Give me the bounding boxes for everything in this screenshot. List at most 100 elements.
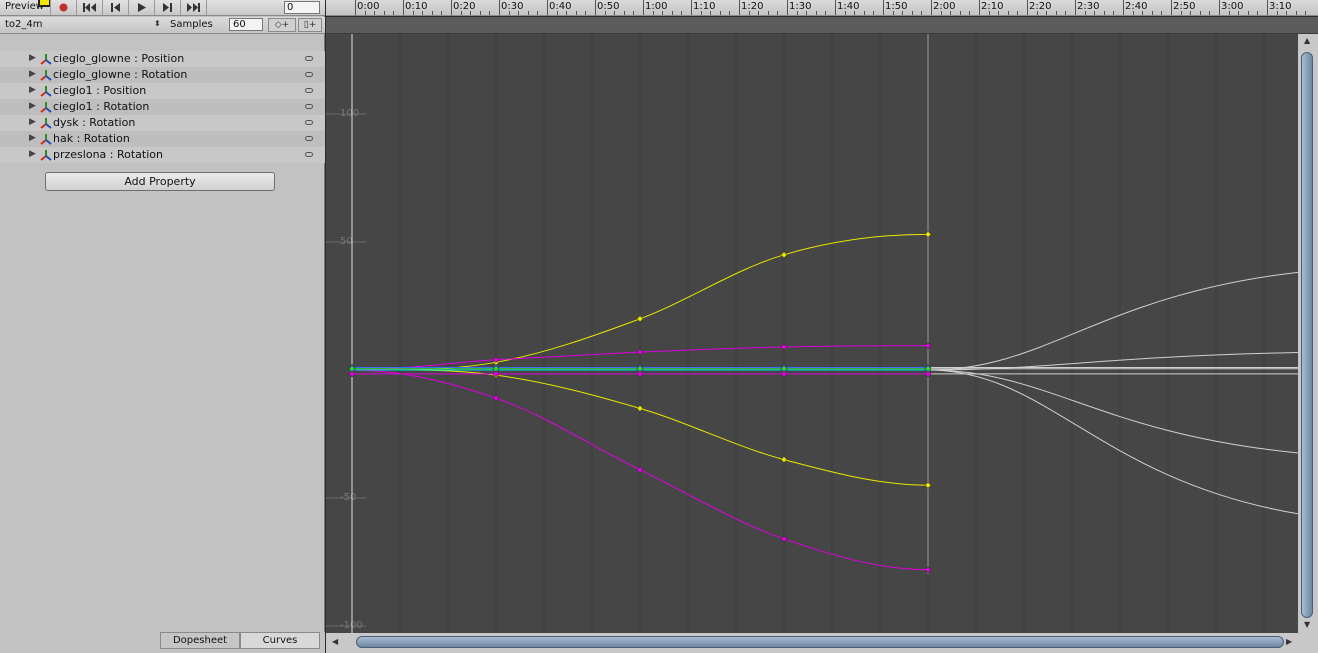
curve-visibility-toggle[interactable] <box>305 120 313 125</box>
time-tick-label: 3:10 <box>1269 1 1292 12</box>
vertical-scrollbar[interactable]: ▲ ▼ <box>1298 34 1318 633</box>
keyframe-marker[interactable] <box>636 466 644 474</box>
clip-dropdown[interactable]: to2_4m <box>2 18 164 32</box>
time-minor-tick <box>470 11 472 15</box>
time-tick <box>835 0 836 15</box>
time-minor-tick <box>719 11 721 15</box>
foldout-arrow-icon[interactable]: ▶ <box>29 117 36 127</box>
property-row[interactable]: ▶ hak : Rotation <box>0 131 325 147</box>
keyframe-marker[interactable] <box>780 535 788 543</box>
tab-curves[interactable]: Curves <box>240 632 320 649</box>
time-minor-tick <box>1305 11 1307 15</box>
foldout-arrow-icon[interactable]: ▶ <box>29 53 36 63</box>
first-frame-icon[interactable] <box>76 0 102 15</box>
curve-canvas[interactable]: 100 50 -50 -100 <box>326 34 1298 633</box>
keyframe-marker[interactable] <box>636 405 644 412</box>
time-minor-tick <box>758 11 760 15</box>
time-minor-tick <box>1238 11 1240 15</box>
property-row[interactable]: ▶ cieglo_glowne : Rotation <box>0 67 325 83</box>
foldout-arrow-icon[interactable]: ▶ <box>29 101 36 111</box>
next-frame-icon[interactable] <box>154 0 180 15</box>
play-icon[interactable] <box>128 0 154 15</box>
keyframe-marker[interactable] <box>780 251 788 259</box>
scroll-corner <box>1298 633 1318 653</box>
tab-dopesheet[interactable]: Dopesheet <box>160 632 240 649</box>
time-tick-label: 2:30 <box>1077 1 1100 12</box>
time-minor-tick <box>1094 11 1096 15</box>
last-frame-icon[interactable] <box>180 0 206 15</box>
time-tick <box>1219 0 1220 15</box>
scroll-down-icon[interactable]: ▼ <box>1304 620 1310 629</box>
scroll-right-icon[interactable]: ▶ <box>1286 637 1292 646</box>
keyframe-marker[interactable] <box>780 343 788 351</box>
time-minor-tick <box>1276 11 1278 15</box>
foldout-arrow-icon[interactable]: ▶ <box>29 85 36 95</box>
keyframe-marker[interactable] <box>636 315 644 323</box>
transform-axis-icon <box>40 134 52 145</box>
keyframe-marker[interactable] <box>780 456 788 463</box>
foldout-arrow-icon[interactable]: ▶ <box>29 69 36 79</box>
time-tick-label: 0:00 <box>357 1 380 12</box>
keyframe-marker[interactable] <box>492 394 500 402</box>
foldout-arrow-icon[interactable]: ▶ <box>29 133 36 143</box>
record-icon[interactable] <box>50 0 76 15</box>
keyframe-marker[interactable] <box>636 370 644 378</box>
curve-visibility-toggle[interactable] <box>305 72 313 77</box>
time-tick <box>787 0 788 15</box>
time-minor-tick <box>873 11 875 15</box>
time-minor-tick <box>700 11 702 15</box>
keyframe-marker[interactable] <box>780 370 788 378</box>
time-tick <box>1075 0 1076 15</box>
keyframe-marker[interactable] <box>924 481 932 489</box>
time-minor-tick <box>863 11 865 15</box>
keyframe-marker[interactable] <box>924 370 932 378</box>
time-minor-tick <box>969 11 971 15</box>
samples-input[interactable]: 60 <box>229 18 263 31</box>
horizontal-scrollbar[interactable]: ◀ ▶ <box>326 633 1298 653</box>
time-minor-tick <box>729 11 731 15</box>
vertical-scroll-thumb[interactable] <box>1301 52 1313 618</box>
time-minor-tick <box>585 11 587 15</box>
keyframe-marker[interactable] <box>348 370 356 378</box>
property-row[interactable]: ▶ cieglo1 : Rotation <box>0 99 325 115</box>
toolbar-spacer <box>206 0 282 15</box>
keyframe-marker[interactable] <box>924 342 932 350</box>
curve-visibility-toggle[interactable] <box>305 104 313 109</box>
curve-visibility-toggle[interactable] <box>305 56 313 61</box>
curve-visibility-toggle[interactable] <box>305 152 313 157</box>
time-minor-tick <box>1180 11 1182 15</box>
time-minor-tick <box>508 11 510 15</box>
property-row[interactable]: ▶ dysk : Rotation <box>0 115 325 131</box>
property-row[interactable]: ▶ cieglo1 : Position <box>0 83 325 99</box>
curve-visibility-toggle[interactable] <box>305 88 313 93</box>
keyframe-marker[interactable] <box>636 348 644 356</box>
horizontal-scroll-thumb[interactable] <box>356 636 1284 648</box>
add-property-button[interactable]: Add Property <box>45 172 275 191</box>
time-tick-label: 0:20 <box>453 1 476 12</box>
time-minor-tick <box>777 11 779 15</box>
property-row[interactable]: ▶ cieglo_glowne : Position <box>0 51 325 67</box>
keyframe-marker[interactable] <box>924 566 932 574</box>
time-tick-label: 1:10 <box>693 1 716 12</box>
value-axis-label: 50 <box>340 236 353 247</box>
add-event-button[interactable]: ▯+ <box>298 18 322 32</box>
time-minor-tick <box>921 11 923 15</box>
time-minor-tick <box>671 11 673 15</box>
curve-editor[interactable]: 100 50 -50 -100 <box>326 34 1298 633</box>
playback-toolbar: Preview 0 <box>0 0 325 16</box>
time-ruler[interactable]: 0:00 0:10 0:20 0:30 0:40 0:50 1:00 1:10 1:20 1:30… <box>326 0 1318 16</box>
scroll-left-icon[interactable]: ◀ <box>332 637 338 646</box>
prev-frame-icon[interactable] <box>102 0 128 15</box>
property-label: cieglo_glowne : Rotation <box>53 68 188 81</box>
time-tick <box>403 0 404 15</box>
curve-visibility-toggle[interactable] <box>305 136 313 141</box>
foldout-arrow-icon[interactable]: ▶ <box>29 149 36 159</box>
frame-input[interactable]: 0 <box>284 1 320 14</box>
scroll-up-icon[interactable]: ▲ <box>1304 36 1310 45</box>
updown-arrow-icon[interactable]: ⬍ <box>154 19 161 28</box>
time-minor-tick <box>633 11 635 15</box>
keyframe-marker[interactable] <box>924 230 932 238</box>
event-strip[interactable] <box>326 17 1318 34</box>
add-keyframe-button[interactable]: ◇+ <box>268 18 296 32</box>
property-row[interactable]: ▶ przeslona : Rotation <box>0 147 325 163</box>
